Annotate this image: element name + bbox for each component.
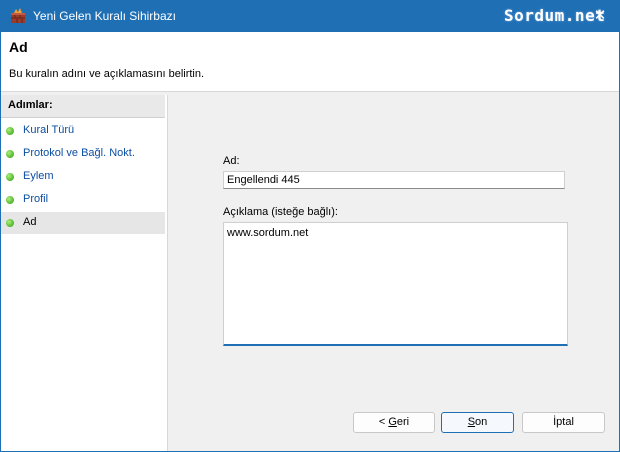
sidebar-item-label: Protokol ve Bağl. Nokt. (23, 147, 135, 159)
sidebar-item-label: Profil (23, 193, 49, 205)
description-label: Açıklama (isteğe bağlı): (223, 206, 338, 218)
cancel-button[interactable]: İptal (522, 412, 605, 433)
page-title: Ad (9, 39, 28, 55)
green-dot-icon (6, 150, 14, 158)
steps-title-label: Adımlar: (8, 99, 53, 111)
green-dot-icon (6, 173, 14, 181)
back-button-key: G (388, 416, 397, 428)
page-description: Bu kuralın adını ve açıklamasını belirti… (9, 68, 205, 80)
green-dot-icon (6, 219, 14, 227)
finish-button[interactable]: Son (441, 412, 514, 433)
main-content: Ad: Açıklama (isteğe bağlı): www.sordum.… (168, 95, 619, 451)
green-dot-icon (6, 127, 14, 135)
sidebar-item-name[interactable]: Ad (1, 212, 165, 234)
firewall-icon (11, 8, 25, 23)
close-button[interactable]: ✕ (589, 6, 611, 26)
steps-title: Adımlar: (1, 95, 165, 118)
description-input[interactable]: www.sordum.net (223, 222, 568, 346)
window-title: Yeni Gelen Kuralı Sihirbazı (33, 9, 176, 23)
name-input[interactable] (223, 171, 565, 189)
page-header: Ad Bu kuralın adını ve açıklamasını beli… (1, 32, 619, 92)
finish-button-rest: on (475, 416, 488, 428)
title-bar[interactable]: Yeni Gelen Kuralı Sihirbazı Sordum.net ✕ (1, 1, 619, 32)
close-icon: ✕ (593, 7, 607, 24)
sidebar-item-protocol-ports[interactable]: Protokol ve Bağl. Nokt. (1, 143, 165, 165)
back-button[interactable]: < Geri (353, 412, 435, 433)
steps-sidebar: Adımlar: Kural Türü Protokol ve Bağl. No… (1, 95, 168, 451)
sidebar-item-label: Kural Türü (23, 124, 75, 136)
back-button-prefix: < (378, 416, 389, 428)
green-dot-icon (6, 196, 14, 204)
cancel-button-label: İptal (553, 416, 574, 428)
wizard-window: Yeni Gelen Kuralı Sihirbazı Sordum.net ✕… (0, 0, 620, 452)
name-label: Ad: (223, 155, 240, 167)
back-button-rest: eri (396, 416, 410, 428)
finish-button-key: S (467, 416, 476, 428)
sidebar-item-label: Ad (23, 216, 37, 228)
sidebar-item-label: Eylem (23, 170, 54, 182)
sidebar-item-profile[interactable]: Profil (1, 189, 165, 211)
sidebar-item-rule-type[interactable]: Kural Türü (1, 120, 165, 142)
sidebar-item-action[interactable]: Eylem (1, 166, 165, 188)
